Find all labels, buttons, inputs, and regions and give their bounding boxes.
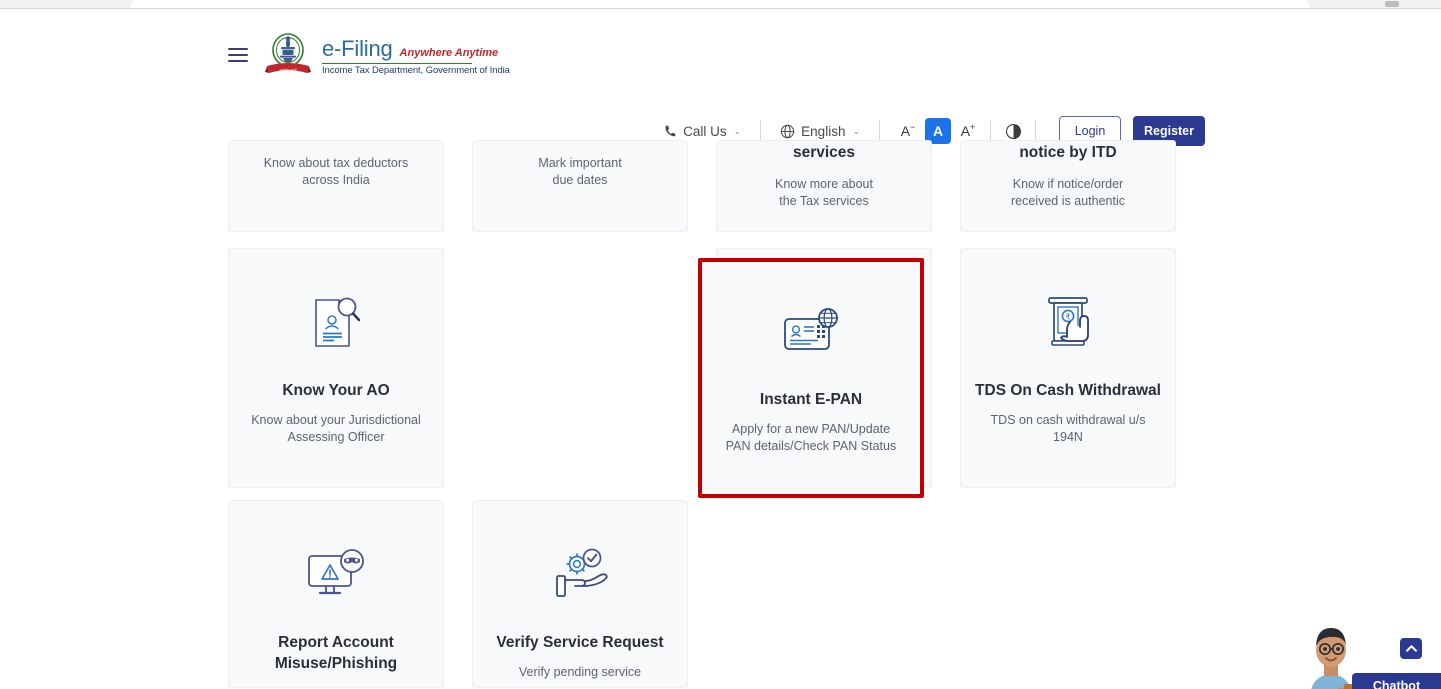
chatbot-widget[interactable]: Chatbot xyxy=(1300,618,1441,689)
service-card-tds-cash-withdrawal[interactable]: ₹ TDS On Cash Withdrawal TDS on cash wit… xyxy=(960,248,1176,488)
card-desc-line2: received is authentic xyxy=(1011,193,1125,208)
card-desc-line1: Know more about xyxy=(775,176,873,191)
language-label: English xyxy=(801,123,846,139)
brand-divider xyxy=(322,62,472,64)
service-card-important-dates[interactable]: Mark important due dates xyxy=(472,140,688,232)
card-title: Verify Service Request xyxy=(496,634,664,651)
font-size-increase-label: A xyxy=(960,123,971,139)
font-size-normal-label: A xyxy=(932,123,944,139)
card-description: Know about your Jurisdictional Assessing… xyxy=(251,412,421,444)
browser-tab-edge xyxy=(130,0,1310,8)
hamburger-bar xyxy=(228,54,248,56)
hamburger-bar xyxy=(228,60,248,62)
service-card-know-your-ao[interactable]: Know Your AO Know about your Jurisdictio… xyxy=(228,248,444,488)
font-size-decrease-label: A xyxy=(900,123,911,139)
divider xyxy=(879,120,880,142)
card-icon xyxy=(305,545,367,607)
brand-title: e-Filing xyxy=(322,35,393,61)
font-size-increase-sup: + xyxy=(970,122,976,132)
globe-icon xyxy=(780,124,795,138)
phone-icon xyxy=(665,125,676,137)
brand-text: e-Filing Anywhere Anytime Income Tax Dep… xyxy=(322,35,510,76)
chevron-down-icon: ⌄ xyxy=(852,125,860,136)
call-us-menu[interactable]: Call Us ⌄ xyxy=(653,124,751,139)
browser-viewport: सत्यमेव जयते e-Filing Anywhere Anytime I… xyxy=(0,0,1441,689)
atm-hand-cash-icon: ₹ xyxy=(1048,297,1089,346)
card-title: services xyxy=(792,144,856,161)
card-desc-line2: across India xyxy=(302,173,370,188)
page-content: सत्यमेव जयते e-Filing Anywhere Anytime I… xyxy=(0,10,1441,689)
monitor-warning-mask-icon xyxy=(308,549,364,595)
card-icon xyxy=(549,545,611,607)
svg-text:₹: ₹ xyxy=(1065,312,1070,321)
card-desc-line1: Mark important xyxy=(538,156,622,170)
service-card-tax-deductors[interactable]: Know about tax deductors across India xyxy=(228,140,444,232)
browser-chrome-strip xyxy=(0,0,1441,9)
hamburger-menu-icon[interactable] xyxy=(228,48,248,62)
hand-gear-check-icon xyxy=(556,548,608,597)
service-card-verify-service-request[interactable]: Verify Service Request Verify pending se… xyxy=(472,500,688,688)
national-emblem-icon: सत्यमेव जयते xyxy=(265,33,311,73)
brand-department: Income Tax Department, Government of Ind… xyxy=(322,64,510,76)
site-header: सत्यमेव जयते e-Filing Anywhere Anytime I… xyxy=(0,22,1441,80)
contrast-toggle-icon xyxy=(1005,123,1021,139)
card-desc-line1: Know if notice/order xyxy=(1012,176,1124,191)
hamburger-bar xyxy=(228,48,248,50)
svg-text:सत्यमेव जयते: सत्यमेव जयते xyxy=(279,67,297,72)
language-selector[interactable]: English ⌄ xyxy=(770,124,870,139)
card-title: Know Your AO xyxy=(282,382,390,399)
document-person-search-icon xyxy=(315,297,361,347)
chatbot-label[interactable]: Chatbot xyxy=(1352,673,1441,689)
card-description: Apply for a new PAN/Update PAN details/C… xyxy=(725,421,897,453)
font-size-decrease-sup: − xyxy=(910,122,916,132)
id-card-globe-icon xyxy=(784,308,838,350)
card-title: Instant E-PAN xyxy=(759,391,863,408)
site-logo[interactable]: सत्यमेव जयते e-Filing Anywhere Anytime I… xyxy=(262,32,510,82)
divider xyxy=(760,120,762,142)
card-title: notice by ITD xyxy=(1019,144,1117,161)
card-icon: ₹ xyxy=(1039,293,1097,355)
chevron-down-icon: ⌄ xyxy=(733,125,742,136)
service-card-tax-services[interactable]: services Know more about the Tax service… xyxy=(716,140,932,232)
card-description: Verify pending service xyxy=(518,664,642,679)
brand-tagline: Anywhere Anytime xyxy=(399,46,499,59)
call-us-label: Call Us xyxy=(683,123,727,139)
divider xyxy=(1035,120,1036,142)
service-card-authenticate-notice[interactable]: notice by ITD Know if notice/order recei… xyxy=(960,140,1176,232)
card-title: Report Account Misuse/Phishing xyxy=(274,634,398,672)
card-desc-line2: due dates xyxy=(552,173,608,188)
card-description: TDS on cash withdrawal u/s 194N xyxy=(990,412,1146,444)
browser-chrome-control[interactable] xyxy=(1385,1,1399,7)
card-icon xyxy=(781,302,841,364)
card-desc-line1: Know about tax deductors xyxy=(263,156,409,170)
card-desc-line2: the Tax services xyxy=(779,193,869,208)
card-icon xyxy=(307,293,365,355)
card-title: TDS On Cash Withdrawal xyxy=(975,382,1161,399)
service-card-report-misuse-phishing[interactable]: Report Account Misuse/Phishing xyxy=(228,500,444,688)
divider xyxy=(990,120,991,142)
service-card-instant-e-pan[interactable]: Instant E-PAN Apply for a new PAN/Update… xyxy=(698,258,924,498)
